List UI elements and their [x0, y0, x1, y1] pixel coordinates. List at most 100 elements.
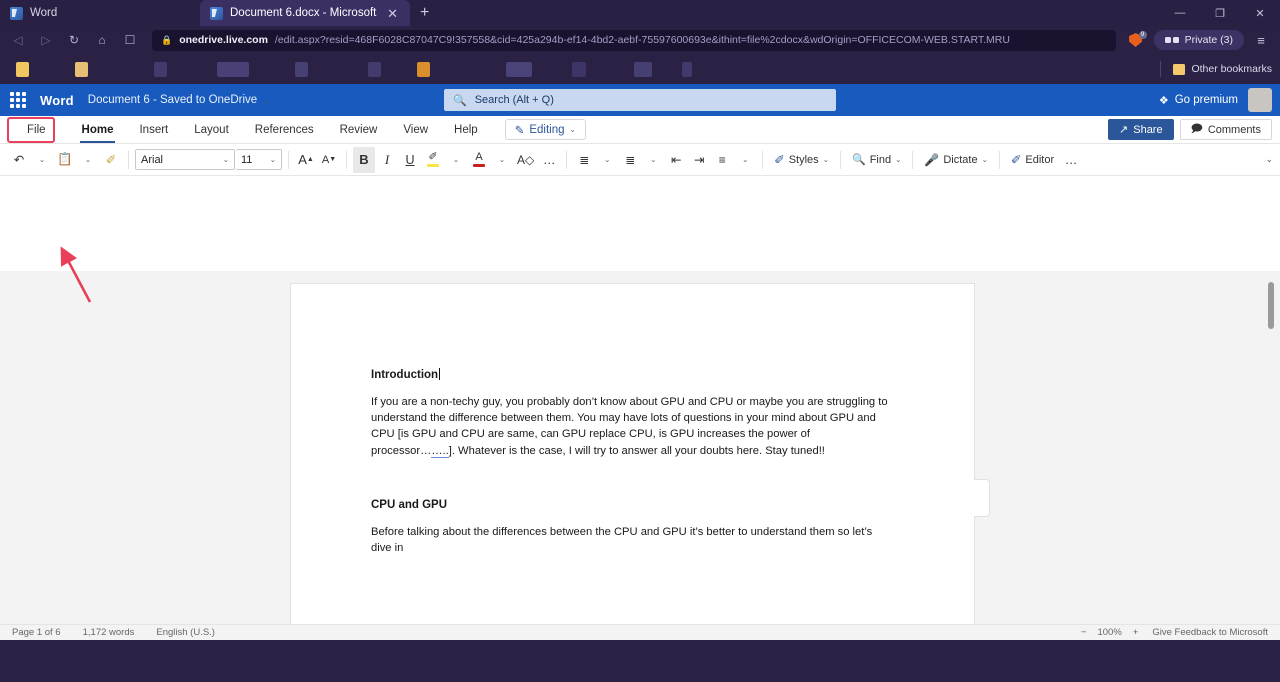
italic-button[interactable]: I: [376, 147, 398, 173]
close-icon[interactable]: ✕: [385, 7, 400, 20]
home-icon[interactable]: ⌂: [90, 29, 114, 51]
shrink-font-button[interactable]: A ▼: [318, 147, 340, 173]
shield-count-badge: 9: [1138, 31, 1147, 39]
underline-button[interactable]: U: [399, 147, 421, 173]
bookmark-item[interactable]: [634, 61, 652, 77]
go-premium-label: Go premium: [1174, 94, 1238, 106]
undo-button[interactable]: ↶: [8, 147, 30, 173]
paste-dropdown[interactable]: ⌄: [77, 147, 99, 173]
tab-home[interactable]: Home: [69, 116, 127, 144]
comments-button[interactable]: 🗩 Comments: [1179, 119, 1272, 140]
align-dropdown[interactable]: ⌄: [734, 147, 756, 173]
avatar[interactable]: [1248, 88, 1272, 112]
font-name-select[interactable]: Arial ⌄: [135, 149, 235, 170]
bookmark-item[interactable]: [572, 61, 586, 77]
format-painter-icon: ✐: [105, 153, 117, 167]
tab-insert[interactable]: Insert: [126, 116, 181, 144]
brave-shield-icon[interactable]: 9: [1126, 31, 1147, 49]
diamond-icon: ❖: [1158, 94, 1169, 107]
highlight-button[interactable]: ✐: [422, 147, 444, 173]
styles-button[interactable]: ✐ Styles ⌄: [769, 147, 834, 173]
chevron-down-icon: ⌄: [84, 155, 92, 164]
browser-toolbar: ◁ ▷ ↻ ⌂ ☐ 🔒 onedrive.live.com/edit.aspx?…: [0, 26, 1280, 54]
reload-icon[interactable]: ↻: [62, 29, 86, 51]
language-label[interactable]: English (U.S.): [156, 627, 215, 638]
format-painter-button[interactable]: ✐: [100, 147, 122, 173]
toolbar-overflow-button[interactable]: …: [1060, 147, 1082, 173]
bookmark-item[interactable]: [506, 61, 532, 77]
bookmark-item[interactable]: [368, 61, 381, 77]
share-button[interactable]: ↗ Share: [1108, 119, 1174, 140]
font-size-select[interactable]: 11 ⌄: [236, 149, 282, 170]
increase-indent-button[interactable]: ⇥: [688, 147, 710, 173]
align-button[interactable]: ≡: [711, 147, 733, 173]
paragraph-text: ]. Whatever is the case, I will try to a…: [448, 444, 825, 457]
dictate-button[interactable]: 🎤 Dictate ⌄: [919, 147, 993, 173]
clear-formatting-button[interactable]: A◇: [514, 147, 537, 173]
bookmark-item[interactable]: [16, 61, 29, 77]
paste-button[interactable]: 📋: [54, 147, 76, 173]
numbering-button[interactable]: ≣: [619, 147, 641, 173]
bullets-button[interactable]: ≣: [573, 147, 595, 173]
font-color-dropdown[interactable]: ⌄: [491, 147, 513, 173]
word-count-label[interactable]: 1,172 words: [83, 627, 135, 638]
document-canvas[interactable]: Introduction If you are a non-techy guy,…: [0, 271, 1280, 640]
tab-view[interactable]: View: [390, 116, 441, 144]
zoom-in-button[interactable]: +: [1133, 627, 1139, 638]
page-count-label[interactable]: Page 1 of 6: [12, 627, 61, 638]
bookmark-item[interactable]: [217, 61, 249, 77]
document-body[interactable]: Introduction If you are a non-techy guy,…: [291, 284, 974, 640]
forward-icon[interactable]: ▷: [34, 29, 58, 51]
page-side-tab[interactable]: [974, 479, 990, 517]
other-bookmarks-button[interactable]: Other bookmarks: [1160, 54, 1272, 84]
window-close-icon[interactable]: ✕: [1240, 0, 1280, 26]
document-title-status[interactable]: Document 6 - Saved to OneDrive ⌄: [88, 94, 270, 106]
numbering-dropdown[interactable]: ⌄: [642, 147, 664, 173]
vertical-scrollbar[interactable]: [1268, 282, 1274, 329]
collapse-ribbon-button[interactable]: ⌄: [1265, 154, 1273, 165]
undo-dropdown[interactable]: ⌄: [31, 147, 53, 173]
new-tab-button[interactable]: +: [410, 0, 439, 26]
decrease-indent-button[interactable]: ⇤: [665, 147, 687, 173]
bookmark-item[interactable]: [75, 61, 88, 77]
bookmark-icon[interactable]: ☐: [118, 29, 142, 51]
feedback-link[interactable]: Give Feedback to Microsoft: [1152, 627, 1268, 638]
bookmark-item[interactable]: [682, 61, 692, 77]
maximize-icon[interactable]: ❐: [1200, 0, 1240, 26]
font-more-button[interactable]: …: [538, 147, 560, 173]
document-page[interactable]: Introduction If you are a non-techy guy,…: [291, 284, 974, 640]
tab-help[interactable]: Help: [441, 116, 491, 144]
bullets-dropdown[interactable]: ⌄: [596, 147, 618, 173]
back-icon[interactable]: ◁: [6, 29, 30, 51]
editor-button[interactable]: ✐ Editor: [1006, 147, 1059, 173]
tab-review[interactable]: Review: [327, 116, 391, 144]
go-premium-button[interactable]: ❖ Go premium: [1159, 94, 1238, 107]
app-launcher-icon[interactable]: [10, 92, 26, 108]
private-glasses-icon: [1164, 36, 1179, 44]
bookmark-item[interactable]: [154, 61, 167, 77]
bookmark-item[interactable]: [417, 61, 430, 77]
tab-references[interactable]: References: [242, 116, 327, 144]
word-brand-label[interactable]: Word: [40, 93, 74, 108]
bold-button[interactable]: B: [353, 146, 375, 173]
tab-layout[interactable]: Layout: [181, 116, 242, 144]
find-button[interactable]: 🔍 Find ⌄: [847, 147, 906, 173]
word-web-app: Word Document 6 - Saved to OneDrive ⌄ 🔍 …: [0, 84, 1280, 640]
grow-font-button[interactable]: A ▲: [295, 147, 317, 173]
browser-menu-icon[interactable]: ≡: [1248, 29, 1274, 51]
find-label: Find: [869, 153, 892, 166]
address-bar[interactable]: 🔒 onedrive.live.com/edit.aspx?resid=468F…: [152, 29, 1116, 51]
zoom-level-label[interactable]: 100%: [1097, 627, 1121, 638]
browser-tab-document[interactable]: Document 6.docx - Microsoft ✕: [200, 0, 410, 26]
editing-mode-button[interactable]: ✎ Editing ⌄: [504, 119, 586, 140]
chevron-down-icon: ⌄: [38, 155, 46, 164]
search-input[interactable]: 🔍 Search (Alt + Q): [444, 89, 836, 111]
private-window-badge[interactable]: Private (3): [1153, 30, 1244, 50]
bookmark-item[interactable]: [295, 61, 308, 77]
tab-file[interactable]: File: [14, 116, 59, 144]
zoom-out-button[interactable]: −: [1081, 627, 1087, 638]
highlight-dropdown[interactable]: ⌄: [445, 147, 467, 173]
minimize-icon[interactable]: —: [1160, 0, 1200, 26]
font-color-button[interactable]: A: [468, 147, 490, 173]
browser-tab-word[interactable]: Word: [0, 0, 200, 26]
